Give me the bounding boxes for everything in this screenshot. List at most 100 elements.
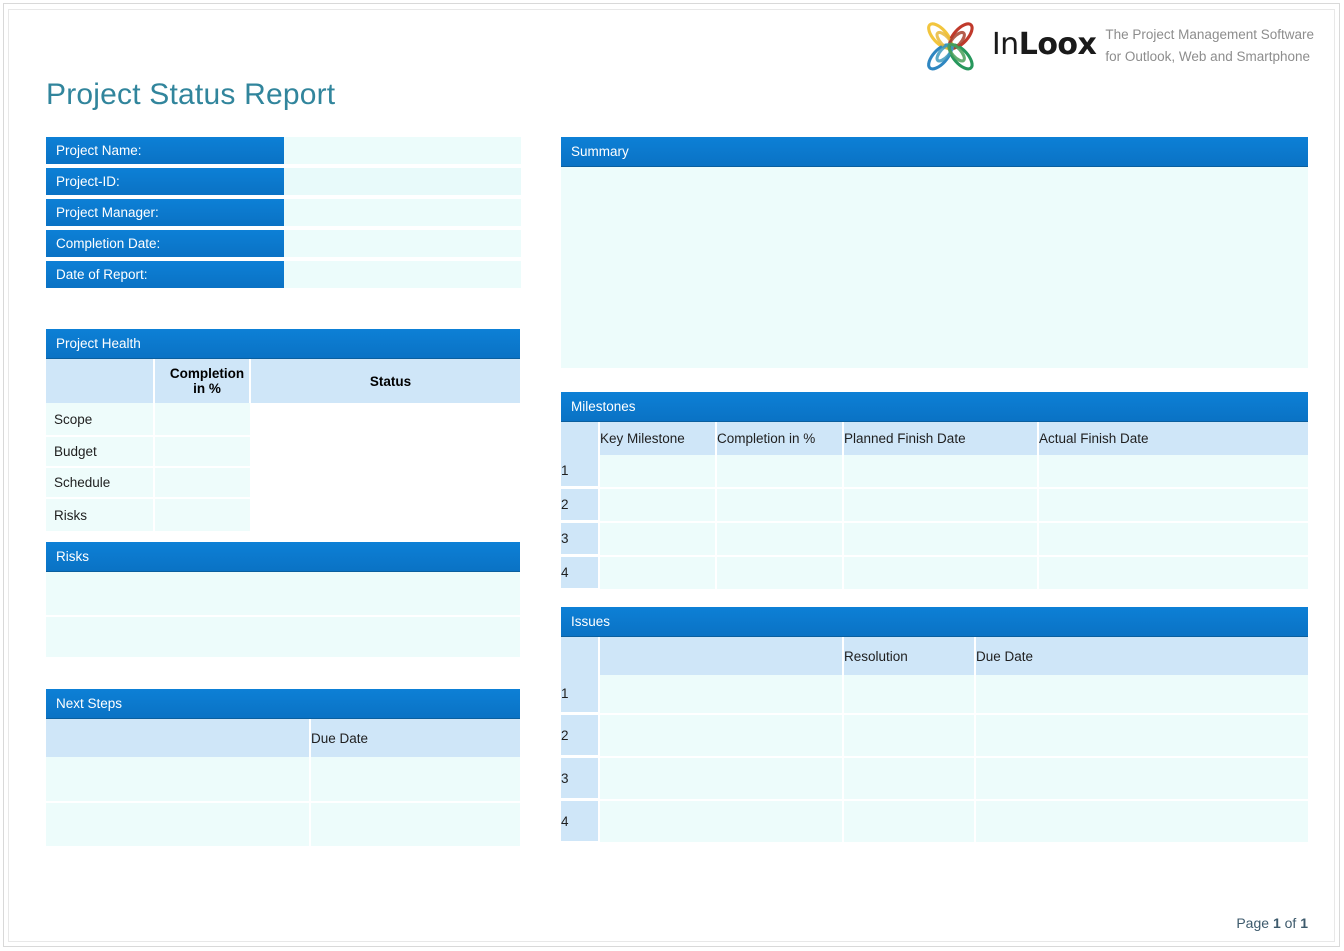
completion-date-value[interactable] bbox=[284, 230, 521, 257]
milestones-table: Key Milestone Completion in % Planned Fi… bbox=[561, 422, 1308, 591]
issue-cell-resolution[interactable] bbox=[843, 714, 975, 757]
issue-cell-description[interactable] bbox=[599, 757, 843, 800]
project-health-header: Project Health bbox=[46, 329, 520, 359]
milestones-col-completion: Completion in % bbox=[716, 422, 843, 455]
health-row-completion-risks[interactable] bbox=[154, 498, 250, 532]
table-row: 4 bbox=[561, 556, 1308, 590]
risks-section: Risks bbox=[46, 542, 520, 657]
milestone-cell-actual[interactable] bbox=[1038, 522, 1308, 556]
milestone-cell-actual[interactable] bbox=[1038, 488, 1308, 522]
next-steps-section: Next Steps Due Date bbox=[46, 689, 520, 848]
milestones-col-num bbox=[561, 422, 599, 455]
health-row-label-scope: Scope bbox=[46, 403, 154, 436]
project-id-value[interactable] bbox=[284, 168, 521, 195]
project-name-label: Project Name: bbox=[46, 137, 284, 164]
health-row-completion-scope[interactable] bbox=[154, 403, 250, 436]
next-steps-cell-step[interactable] bbox=[46, 802, 310, 847]
milestone-row-number: 3 bbox=[561, 522, 599, 556]
footer-page-middle: of bbox=[1285, 915, 1297, 931]
page-footer: Page 1 of 1 bbox=[1236, 915, 1308, 931]
completion-date-label: Completion Date: bbox=[46, 230, 284, 257]
table-row: 2 bbox=[561, 488, 1308, 522]
table-row bbox=[46, 802, 520, 847]
risks-content[interactable] bbox=[46, 572, 520, 657]
issues-col-due-date: Due Date bbox=[975, 637, 1308, 675]
health-row-label-budget: Budget bbox=[46, 436, 154, 467]
project-id-label: Project-ID: bbox=[46, 168, 284, 195]
next-steps-cell-due-date[interactable] bbox=[310, 802, 520, 847]
milestone-cell-name[interactable] bbox=[599, 522, 716, 556]
milestone-cell-completion[interactable] bbox=[716, 488, 843, 522]
milestone-cell-planned[interactable] bbox=[843, 455, 1038, 488]
health-row-status-scope[interactable] bbox=[250, 403, 520, 436]
milestone-row-number: 4 bbox=[561, 556, 599, 590]
issue-cell-resolution[interactable] bbox=[843, 757, 975, 800]
table-row: Budget bbox=[46, 436, 520, 467]
footer-current-page: 1 bbox=[1273, 915, 1281, 931]
summary-content[interactable] bbox=[561, 167, 1308, 368]
issue-cell-description[interactable] bbox=[599, 714, 843, 757]
health-row-status-budget[interactable] bbox=[250, 436, 520, 467]
project-info-row: Completion Date: bbox=[46, 230, 521, 257]
issue-cell-description[interactable] bbox=[599, 675, 843, 714]
summary-section: Summary bbox=[561, 137, 1308, 368]
project-info-row: Project-ID: bbox=[46, 168, 521, 195]
issue-cell-due-date[interactable] bbox=[975, 800, 1308, 843]
issue-cell-due-date[interactable] bbox=[975, 714, 1308, 757]
milestone-cell-planned[interactable] bbox=[843, 522, 1038, 556]
table-row: Schedule bbox=[46, 467, 520, 498]
milestone-cell-planned[interactable] bbox=[843, 556, 1038, 590]
milestone-cell-actual[interactable] bbox=[1038, 455, 1308, 488]
next-steps-cell-due-date[interactable] bbox=[310, 757, 520, 802]
table-row: 3 bbox=[561, 757, 1308, 800]
issue-cell-resolution[interactable] bbox=[843, 675, 975, 714]
health-row-status-risks[interactable] bbox=[250, 498, 520, 532]
date-of-report-value[interactable] bbox=[284, 261, 521, 288]
project-manager-label: Project Manager: bbox=[46, 199, 284, 226]
project-manager-value[interactable] bbox=[284, 199, 521, 226]
issue-cell-resolution[interactable] bbox=[843, 800, 975, 843]
milestone-cell-name[interactable] bbox=[599, 556, 716, 590]
date-of-report-label: Date of Report: bbox=[46, 261, 284, 288]
milestone-cell-completion[interactable] bbox=[716, 556, 843, 590]
brand-tagline: The Project Management Software for Outl… bbox=[1105, 25, 1314, 69]
issue-cell-due-date[interactable] bbox=[975, 757, 1308, 800]
milestones-col-actual-finish: Actual Finish Date bbox=[1038, 422, 1308, 455]
next-steps-table: Due Date bbox=[46, 719, 520, 848]
milestone-cell-planned[interactable] bbox=[843, 488, 1038, 522]
milestones-header-row: Key Milestone Completion in % Planned Fi… bbox=[561, 422, 1308, 455]
issues-col-resolution: Resolution bbox=[843, 637, 975, 675]
next-steps-col-blank bbox=[46, 719, 310, 757]
project-info-row: Date of Report: bbox=[46, 261, 521, 288]
issue-cell-description[interactable] bbox=[599, 800, 843, 843]
brand-header: InLoox The Project Management Software f… bbox=[919, 16, 1314, 78]
project-health-header-row: Completion in % Status bbox=[46, 359, 520, 403]
milestone-cell-completion[interactable] bbox=[716, 522, 843, 556]
milestone-cell-name[interactable] bbox=[599, 455, 716, 488]
milestone-cell-name[interactable] bbox=[599, 488, 716, 522]
issue-cell-due-date[interactable] bbox=[975, 675, 1308, 714]
issues-header: Issues bbox=[561, 607, 1308, 637]
brand-wordmark: InLoox bbox=[992, 30, 1097, 64]
next-steps-cell-step[interactable] bbox=[46, 757, 310, 802]
brand-tagline-line1: The Project Management Software bbox=[1105, 25, 1314, 47]
issue-row-number: 1 bbox=[561, 675, 599, 714]
issue-row-number: 2 bbox=[561, 714, 599, 757]
table-row: 1 bbox=[561, 675, 1308, 714]
project-status-report-page: InLoox The Project Management Software f… bbox=[0, 0, 1344, 951]
health-row-label-risks: Risks bbox=[46, 498, 154, 532]
table-row: Scope bbox=[46, 403, 520, 436]
next-steps-header: Next Steps bbox=[46, 689, 520, 719]
risks-header: Risks bbox=[46, 542, 520, 572]
health-row-completion-schedule[interactable] bbox=[154, 467, 250, 498]
milestone-cell-completion[interactable] bbox=[716, 455, 843, 488]
issues-header-row: Resolution Due Date bbox=[561, 637, 1308, 675]
health-row-completion-budget[interactable] bbox=[154, 436, 250, 467]
table-row bbox=[46, 757, 520, 802]
milestone-cell-actual[interactable] bbox=[1038, 556, 1308, 590]
footer-total-pages: 1 bbox=[1300, 915, 1308, 931]
table-row: 2 bbox=[561, 714, 1308, 757]
health-row-status-schedule[interactable] bbox=[250, 467, 520, 498]
issue-row-number: 4 bbox=[561, 800, 599, 843]
project-name-value[interactable] bbox=[284, 137, 521, 164]
